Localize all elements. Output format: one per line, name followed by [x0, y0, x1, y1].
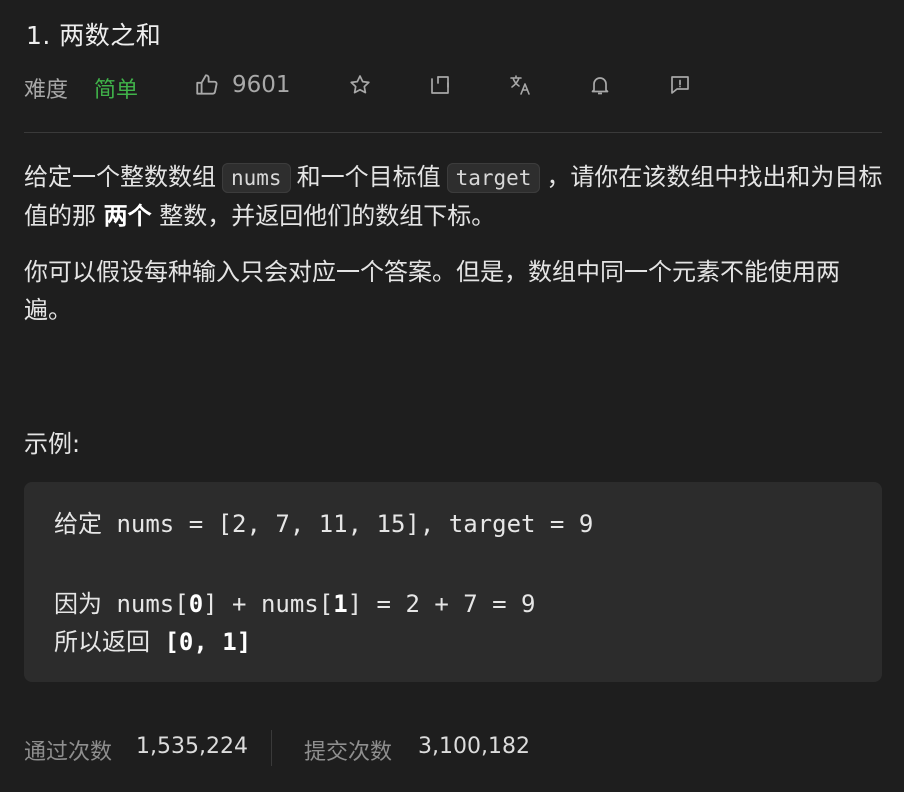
like-button[interactable]: 9601: [194, 70, 291, 100]
code-bold: [0, 1]: [164, 628, 252, 656]
feedback-icon: [671, 76, 689, 94]
share-icon: [431, 76, 449, 94]
translate-button[interactable]: [507, 72, 533, 98]
description-text: 给定一个整数数组: [24, 163, 216, 191]
difficulty-value: 简单: [94, 78, 139, 103]
example-line-2: 因为 nums[0] + nums[1] = 2 + 7 = 9: [54, 584, 536, 619]
description-paragraph-2: 你可以假设每种输入只会对应一个答案。但是，数组中同一个元素不能使用两遍。: [24, 258, 840, 324]
inline-code-nums: nums: [222, 163, 291, 193]
accepted-label: 通过次数: [24, 740, 113, 765]
problem-description: 给定一个整数数组 nums 和一个目标值 target ，请你在该数组中找出和为目标值的…: [24, 158, 884, 347]
description-paragraph-1: 给定一个整数数组 nums 和一个目标值 target ，请你在该数组中找出和为目标值的…: [24, 158, 884, 235]
header-divider: [24, 132, 882, 133]
description-emphasis: 两个: [103, 202, 152, 230]
submission-stats: 通过次数 1,535,224 提交次数 3,100,182: [24, 730, 884, 766]
submissions-label: 提交次数: [304, 740, 393, 765]
code-text: 所以返回: [54, 628, 165, 656]
thumbs-up-icon: [196, 74, 218, 95]
problem-title: 1. 两数之和: [26, 21, 162, 50]
problem-meta-bar: 难度 简单 9601: [24, 62, 884, 108]
translate-icon: [510, 75, 530, 95]
like-count: 9601: [232, 72, 291, 98]
code-text: 因为 nums[: [54, 590, 189, 618]
bell-icon: [591, 77, 609, 95]
code-bold: 1: [333, 590, 348, 618]
code-text: ] + nums[: [203, 590, 334, 618]
example-code-block: 给定 nums = [2, 7, 11, 15], target = 9 因为 …: [24, 482, 882, 682]
example-line-3: 所以返回 [0, 1]: [54, 622, 251, 657]
code-bold: 0: [188, 590, 204, 618]
notify-button[interactable]: [587, 72, 613, 98]
inline-code-target: target: [446, 163, 541, 193]
difficulty-label: 难度: [24, 78, 69, 103]
star-icon: [350, 75, 370, 94]
accepted-value: 1,535,224: [136, 734, 248, 759]
description-text: 整数，并返回他们的数组下标。: [159, 202, 496, 230]
example-title: 示例:: [24, 430, 81, 458]
favorite-button[interactable]: [347, 72, 373, 98]
example-line-1: 给定 nums = [2, 7, 11, 15], target = 9: [54, 510, 594, 538]
code-text: ] = 2 + 7 = 9: [347, 590, 536, 618]
stats-divider: [271, 730, 272, 766]
problem-page: 1. 两数之和 难度 简单 9601 给定一个整数数组 nums 和一个目标值 …: [0, 0, 904, 792]
description-text: 和一个目标值: [296, 163, 441, 191]
share-button[interactable]: [427, 72, 453, 98]
feedback-button[interactable]: [667, 72, 693, 98]
submissions-value: 3,100,182: [418, 734, 530, 759]
